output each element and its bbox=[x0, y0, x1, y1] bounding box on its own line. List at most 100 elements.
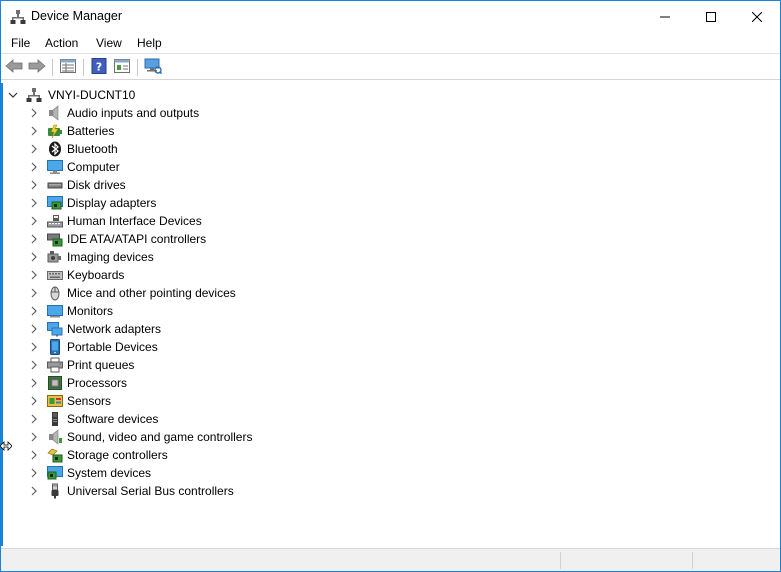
speaker-icon bbox=[47, 105, 63, 121]
status-bar bbox=[1, 548, 780, 571]
collapse-chevron-icon[interactable] bbox=[8, 90, 18, 100]
forward-button[interactable] bbox=[28, 58, 46, 76]
tree-category-label: Storage controllers bbox=[67, 448, 168, 462]
help-icon: ? bbox=[91, 57, 107, 77]
battery-icon bbox=[47, 123, 63, 139]
tree-category-label: Network adapters bbox=[67, 322, 162, 336]
toolbar-separator bbox=[137, 59, 138, 76]
expand-chevron-icon[interactable] bbox=[29, 450, 39, 460]
sound-icon bbox=[47, 429, 63, 445]
expand-chevron-icon[interactable] bbox=[29, 180, 39, 190]
tree-category-item[interactable]: Portable Devices bbox=[29, 338, 158, 356]
expand-chevron-icon[interactable] bbox=[29, 162, 39, 172]
menu-action[interactable]: Action bbox=[45, 36, 78, 50]
status-divider bbox=[560, 552, 561, 569]
tree-category-item[interactable]: Network adapters bbox=[29, 320, 161, 338]
tree-category-label: Disk drives bbox=[67, 178, 126, 192]
tree-category-item[interactable]: Bluetooth bbox=[29, 140, 118, 158]
network-adapter-icon bbox=[47, 321, 63, 337]
maximize-button[interactable] bbox=[688, 1, 734, 32]
tree-category-item[interactable]: Imaging devices bbox=[29, 248, 154, 266]
menu-help[interactable]: Help bbox=[137, 36, 162, 50]
tree-category-item[interactable]: Computer bbox=[29, 158, 120, 176]
close-icon bbox=[752, 11, 762, 22]
expand-chevron-icon[interactable] bbox=[29, 198, 39, 208]
tree-category-label: Batteries bbox=[67, 124, 115, 138]
properties-button[interactable] bbox=[59, 58, 77, 76]
status-divider bbox=[692, 552, 693, 569]
tree-category-label: System devices bbox=[67, 466, 152, 480]
hid-icon bbox=[47, 213, 63, 229]
update-driver-icon bbox=[114, 58, 130, 76]
minimize-button[interactable] bbox=[642, 1, 688, 32]
tree-category-item[interactable]: IDE ATA/ATAPI controllers bbox=[29, 230, 206, 248]
system-device-icon bbox=[47, 465, 63, 481]
resize-cursor-icon bbox=[0, 440, 13, 451]
tree-category-item[interactable]: Sound, video and game controllers bbox=[29, 428, 252, 446]
tree-category-item[interactable]: Mice and other pointing devices bbox=[29, 284, 236, 302]
close-button[interactable] bbox=[734, 1, 780, 32]
device-tree[interactable]: VNYI-DUCNT10 Audio inputs and outputs Bat… bbox=[2, 84, 779, 546]
expand-chevron-icon[interactable] bbox=[29, 324, 39, 334]
expand-chevron-icon[interactable] bbox=[29, 342, 39, 352]
ide-controller-icon bbox=[47, 231, 63, 247]
help-button[interactable]: ? bbox=[90, 57, 108, 77]
expand-chevron-icon[interactable] bbox=[29, 432, 39, 442]
back-button[interactable] bbox=[5, 58, 23, 76]
portable-device-icon bbox=[47, 339, 63, 355]
expand-chevron-icon[interactable] bbox=[29, 306, 39, 316]
keyboard-icon bbox=[47, 267, 63, 283]
tree-category-item[interactable]: Disk drives bbox=[29, 176, 126, 194]
tree-root[interactable]: VNYI-DUCNT10 bbox=[8, 86, 135, 104]
display-adapter-icon bbox=[47, 195, 63, 211]
expand-chevron-icon[interactable] bbox=[29, 288, 39, 298]
expand-chevron-icon[interactable] bbox=[29, 234, 39, 244]
tree-category-label: Monitors bbox=[67, 304, 114, 318]
tree-category-label: Computer bbox=[67, 160, 120, 174]
usb-icon bbox=[47, 483, 63, 499]
camera-icon bbox=[47, 249, 63, 265]
tree-category-item[interactable]: Processors bbox=[29, 374, 127, 392]
title-bar[interactable]: Device Manager bbox=[1, 1, 780, 32]
window-resize-edge[interactable] bbox=[0, 83, 3, 546]
menu-view[interactable]: View bbox=[96, 36, 122, 50]
expand-chevron-icon[interactable] bbox=[29, 126, 39, 136]
expand-chevron-icon[interactable] bbox=[29, 216, 39, 226]
menu-file[interactable]: File bbox=[11, 36, 30, 50]
tree-category-item[interactable]: Software devices bbox=[29, 410, 158, 428]
toolbar: ? bbox=[1, 55, 780, 80]
tree-category-item[interactable]: Storage controllers bbox=[29, 446, 168, 464]
tree-category-item[interactable]: Print queues bbox=[29, 356, 134, 374]
expand-chevron-icon[interactable] bbox=[29, 108, 39, 118]
tree-category-item[interactable]: Sensors bbox=[29, 392, 111, 410]
tree-category-item[interactable]: Audio inputs and outputs bbox=[29, 104, 199, 122]
update-driver-button[interactable] bbox=[113, 58, 131, 76]
mouse-icon bbox=[47, 285, 63, 301]
disk-drive-icon bbox=[47, 177, 63, 193]
expand-chevron-icon[interactable] bbox=[29, 360, 39, 370]
expand-chevron-icon[interactable] bbox=[29, 486, 39, 496]
window-title: Device Manager bbox=[31, 9, 123, 23]
expand-chevron-icon[interactable] bbox=[29, 468, 39, 478]
tree-category-item[interactable]: System devices bbox=[29, 464, 151, 482]
expand-chevron-icon[interactable] bbox=[29, 144, 39, 154]
storage-controller-icon bbox=[47, 447, 63, 463]
tree-category-item[interactable]: Batteries bbox=[29, 122, 114, 140]
properties-grid-icon bbox=[60, 58, 76, 76]
tree-category-item[interactable]: Human Interface Devices bbox=[29, 212, 202, 230]
expand-chevron-icon[interactable] bbox=[29, 252, 39, 262]
tree-category-item[interactable]: Universal Serial Bus controllers bbox=[29, 482, 234, 500]
tree-category-label: Software devices bbox=[67, 412, 159, 426]
back-arrow-icon bbox=[5, 58, 23, 76]
tree-category-item[interactable]: Keyboards bbox=[29, 266, 124, 284]
expand-chevron-icon[interactable] bbox=[29, 396, 39, 406]
scan-hardware-button[interactable] bbox=[144, 58, 163, 76]
device-manager-app-icon bbox=[10, 9, 26, 25]
tree-category-item[interactable]: Monitors bbox=[29, 302, 113, 320]
expand-chevron-icon[interactable] bbox=[29, 270, 39, 280]
tree-category-item[interactable]: Display adapters bbox=[29, 194, 156, 212]
tree-category-label: Sensors bbox=[67, 394, 112, 408]
expand-chevron-icon[interactable] bbox=[29, 378, 39, 388]
forward-arrow-icon bbox=[28, 58, 46, 76]
expand-chevron-icon[interactable] bbox=[29, 414, 39, 424]
